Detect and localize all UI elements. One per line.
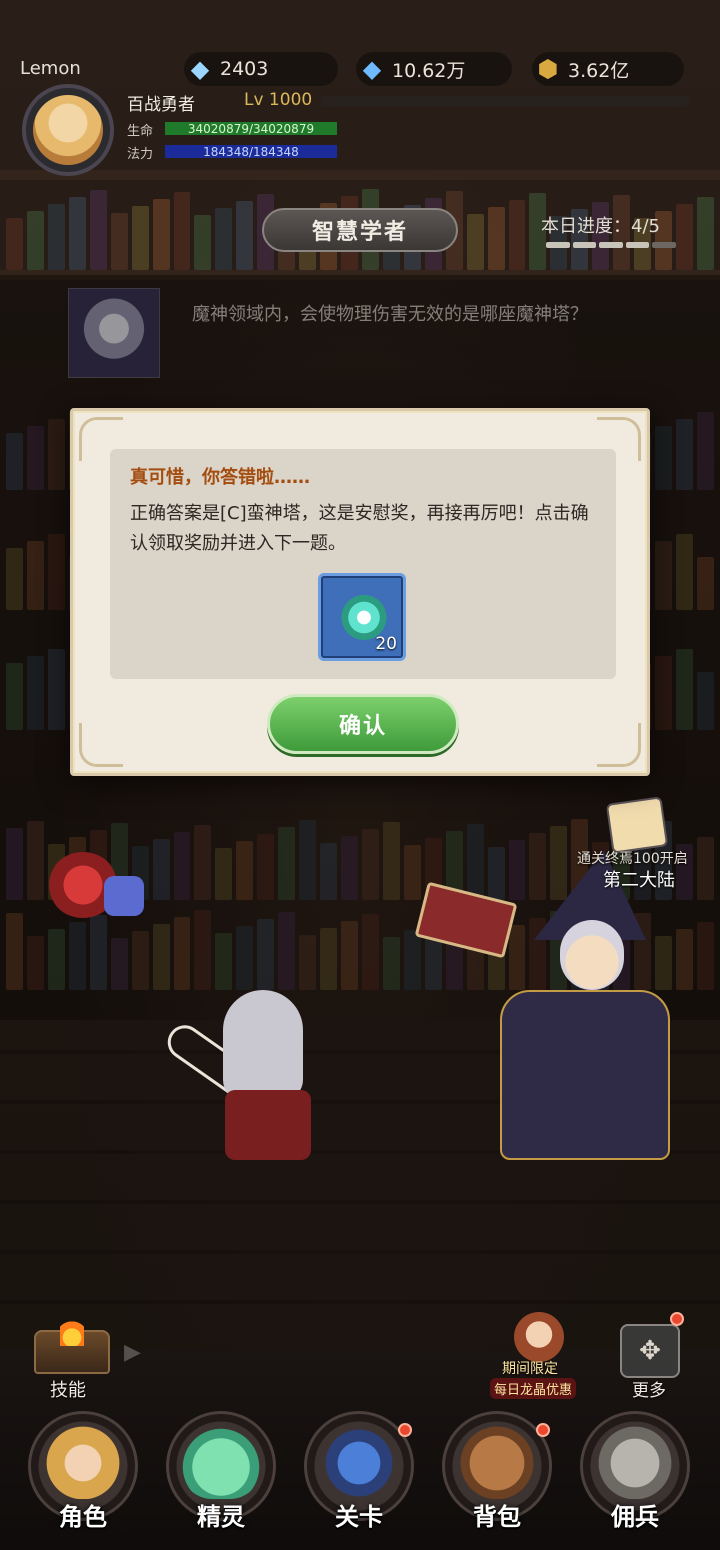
nav-mercenary[interactable]: 佣兵 [570,1405,700,1545]
skill-label: 技能 [50,1380,86,1401]
gold-coin-icon: ⬢ [537,55,559,83]
book-spine [173,192,191,270]
limited-offer-button[interactable]: 期间限定 每日龙晶优惠 [490,1312,588,1402]
blue-gem-counter[interactable]: ◆ 10.62万 [356,52,512,86]
gold-counter[interactable]: ⬢ 3.62亿 [532,52,684,86]
nav-spirit-label: 精灵 [197,1503,245,1531]
mp-label: 法力 [127,147,154,162]
skill-button[interactable]: 技能 ▶ [28,1318,141,1402]
notification-dot [398,1423,412,1437]
book-spine [26,211,44,270]
character-icon [42,1419,124,1499]
gold-value: 3.62亿 [568,59,630,82]
more-button[interactable]: ✥ 更多 [610,1312,694,1402]
nav-spirit[interactable]: 精灵 [156,1405,286,1545]
book-spine [676,204,693,270]
blue-gem-value: 10.62万 [392,59,466,82]
purple-gem-counter[interactable]: ◆ 2403 [184,52,338,86]
nav-stage-label: 关卡 [335,1503,383,1531]
hp-label: 生命 [127,124,154,139]
reward-item[interactable]: 20 [318,573,406,661]
nav-backpack[interactable]: 背包 [432,1405,562,1545]
player-name: Lemon [20,58,81,79]
xp-bar [320,96,690,106]
book-spine [6,218,23,270]
dialog-content: 真可惜，你答错啦…… 正确答案是[C]蛮神塔，这是安慰奖，再接再厉吧！点击确认领… [110,449,616,679]
dialog-heading: 真可惜，你答错啦…… [130,467,310,488]
hp-bar: 34020879/34020879 [165,121,337,136]
mp-value: 184348/184348 [203,144,299,159]
continent-name: 第二大陆 [603,870,675,891]
book-spine [466,214,484,270]
daily-progress: 本日进度：4/5 [541,216,660,237]
book-spine [215,208,233,270]
nav-backpack-label: 背包 [473,1503,521,1531]
book-spine [487,207,505,270]
notification-dot [670,1312,684,1326]
notification-dot [536,1423,550,1437]
nav-mercenary-label: 佣兵 [611,1503,659,1531]
purple-gem-value: 2403 [220,58,269,80]
player-avatar[interactable] [22,84,114,176]
book-spine [131,206,149,270]
wrong-answer-dialog: 真可惜，你答错啦…… 正确答案是[C]蛮神塔，这是安慰奖，再接再厉吧！点击确认领… [70,408,650,776]
book-spine [89,190,107,270]
progress-segment [652,242,676,248]
book-spine [68,197,86,270]
knight-helmet-icon [594,1419,676,1499]
nav-character-label: 角色 [59,1503,107,1531]
hp-value: 34020879/34020879 [187,121,315,136]
progress-segment [546,242,570,248]
book-spine [47,204,65,270]
book-spine [236,201,254,270]
crossed-swords-icon [318,1419,400,1499]
map-scroll-icon [605,796,669,854]
book-spine [194,215,212,270]
player-level: Lv 1000 [244,90,313,110]
second-continent-badge[interactable]: 通关终焉100开启 第二大陆 [577,796,695,900]
progress-segment [599,242,623,248]
dialog-message: 正确答案是[C]蛮神塔，这是安慰奖，再接再厉吧！点击确认领取奖励并进入下一题。 [130,503,589,554]
book-spine [696,197,714,270]
mp-bar: 184348/184348 [165,144,337,159]
progress-segment [572,242,597,248]
book-spine [110,213,128,270]
chevron-right-icon[interactable]: ▶ [124,1340,141,1365]
green-lotus-icon [339,590,389,640]
more-label: 更多 [632,1381,666,1401]
reward-count: 20 [375,634,397,654]
daily-progress-bar [546,242,676,248]
backpack-icon [456,1419,538,1499]
nav-character[interactable]: 角色 [18,1405,148,1545]
dpad-icon: ✥ [620,1324,680,1378]
continent-unlock-hint: 通关终焉100开启 [577,851,688,867]
purple-gem-plus-icon[interactable]: ◆ [184,53,216,85]
book-spine [508,200,526,270]
promo-portrait-icon [514,1312,564,1362]
progress-segment [625,242,650,248]
promo-title: 期间限定 [502,1361,558,1377]
blue-gem-plus-icon[interactable]: ◆ [356,53,388,85]
quiz-title: 智慧学者 [262,208,458,252]
flame-icon [60,1318,84,1346]
confirm-button[interactable]: 确认 [267,694,459,754]
promo-subtitle: 每日龙晶优惠 [490,1378,577,1399]
bottom-navigation: 角色 精灵 关卡 背包 佣兵 [0,1405,720,1550]
nav-stage[interactable]: 关卡 [294,1405,424,1545]
player-character [161,990,325,1180]
player-title: 百战勇者 [127,95,195,115]
book-spine [152,199,170,270]
blue-imp-pet [104,876,144,916]
avatar-portrait [33,95,103,165]
slime-icon [180,1419,262,1499]
